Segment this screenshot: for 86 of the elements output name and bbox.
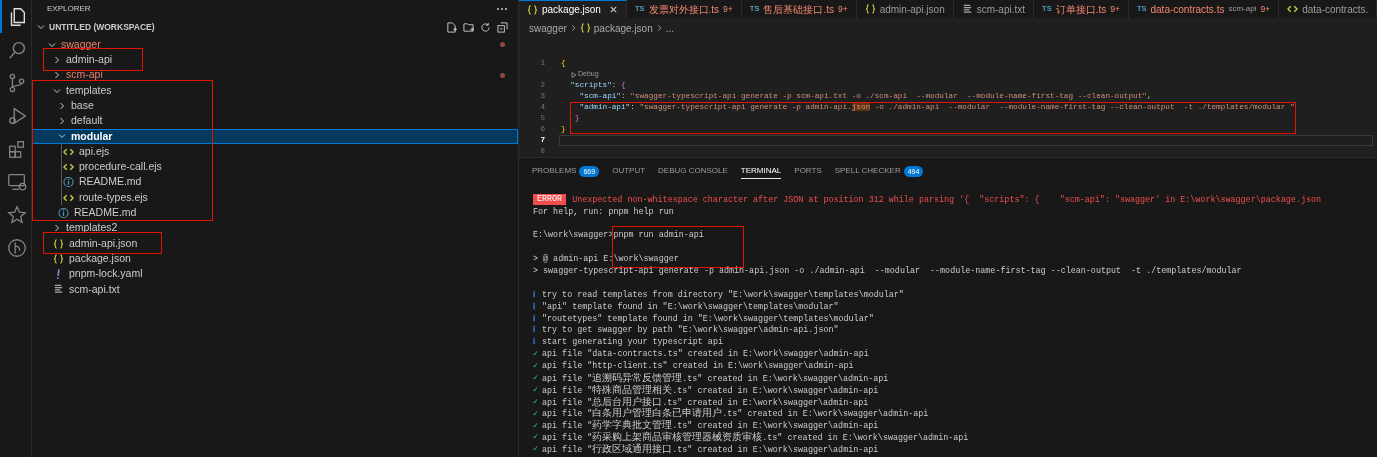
tree-item[interactable]: package.json [32,251,518,267]
lines-icon [961,3,973,15]
info-symbol: ℹ [533,336,536,349]
terminal-line: Unexpected non-whitespace character after JSON at position 312 while parsing '{ "scripts": { "scm-api": "swagger' in E:\work\swagger\package.json [572,193,1321,207]
tree-item[interactable]: README.md [32,205,518,221]
tree-item[interactable]: swagger [32,37,518,53]
problem-count: 9+ [1260,2,1271,16]
editor-tab[interactable]: package.json [519,0,627,18]
code-icon [63,161,74,173]
terminal-line: "routetypes" template found in "E:\work\swagger\templates\modular" [542,312,874,325]
json-icon [53,237,64,250]
info-icon [63,176,74,189]
info-symbol: ℹ [533,324,536,338]
lines-icon [53,283,64,296]
tree-item[interactable]: procedure-call.ejs [32,159,518,175]
json-icon [864,3,876,15]
chevron-icon [569,24,577,32]
tree-item[interactable]: pnpm-lock.yaml [32,266,518,282]
tree-item[interactable]: route-types.ejs [32,189,518,206]
new-file-icon[interactable] [446,21,457,33]
check-symbol: ✓ [533,395,540,409]
collapse-all-icon[interactable] [497,21,508,33]
tab-description: scm-api [1228,3,1257,15]
check-symbol: ✓ [533,348,540,361]
chevron-icon [655,24,663,32]
tree-item[interactable]: api.ejs [32,144,518,160]
problem-count: 9+ [1110,2,1120,16]
info-symbol: ℹ [533,300,536,314]
workspace-header[interactable]: UNTITLED (WORKSPACE) [37,20,155,34]
new-folder-icon[interactable] [463,21,474,33]
panel-tab[interactable]: OUTPUT [612,163,646,179]
tree-item[interactable]: templates2 [32,220,518,236]
chevron-icon [37,23,45,31]
terminal-line: try to read templates from directory "E:\work\swagger\templates\modular" [542,288,904,302]
terminal-line: api file "行政区域通用接口.ts" created in E:\work\swagger\admin-api [542,442,879,457]
error-badge: ERROR [533,194,567,206]
terminal-line: api file "白条用户管理白条已申请用户.ts" created in E:\work\swagger\admin-api [542,407,929,420]
terminal-line: start generating your typescript api [542,336,723,349]
panel-tab[interactable]: TERMINAL [740,163,782,179]
star-icon[interactable] [5,203,28,226]
tree-item[interactable]: modular [32,128,518,145]
check-symbol: ✓ [533,383,540,397]
tree-item[interactable]: admin-api.json [32,235,518,252]
check-symbol: ✓ [533,443,540,456]
panel-title: EXPLORER [47,2,91,15]
info-symbol: ℹ [533,288,536,302]
json-icon [527,3,538,16]
terminal-line: For help, run: pnpm help run [533,205,674,219]
terminal-line: api file "http-client.ts" created in E:\work\swagger\admin-api [542,360,854,372]
terminal-line: api file "药采购上架商品审核管理器械资质审核.ts" created in E:\work\swagger\admin-api [542,430,969,444]
terminal-line: > swagger-typescript-api generate -p admin-api.json -o ./admin-api --modular --module-name-first-tag --clean-output -t ./templates/modular [533,265,1242,278]
tree-item[interactable]: admin-api [32,52,518,68]
info-symbol: ℹ [533,312,536,326]
problem-count: 9+ [723,2,733,16]
terminal-line: api file "药学字典批文管理.ts" created in E:\work\swagger\admin-api [542,418,879,432]
terminal-line: api file "追溯码异常反馈管理.ts" created in E:\work\swagger\admin-api [542,371,889,384]
tree-item[interactable]: default [32,113,518,129]
tree-item[interactable]: scm-api.txt [32,281,518,298]
terminal-line: try to get swagger by path "E:\work\swagger\admin-api.json" [542,324,839,337]
panel-tab[interactable]: DEBUG CONSOLE [658,163,728,179]
play-icon [571,71,577,78]
terminal-line: api file "data-contracts.ts" created in E:\work\swagger\admin-api [542,348,869,361]
more-icon[interactable] [496,5,508,12]
terminal-line: api file "特殊商品管理相关.ts" created in E:\work\swagger\admin-api [542,383,879,396]
json-icon [579,22,591,34]
check-symbol: ✓ [533,372,540,385]
panel-tab[interactable]: PORTS [794,163,822,179]
check-symbol: ✓ [533,431,540,445]
tree-item[interactable]: base [32,98,518,114]
close-icon[interactable] [608,5,618,14]
tree-item[interactable]: templates [32,82,518,99]
terminal-line: api file "总后台用户接口.ts" created in E:\work\swagger\admin-api [542,395,869,408]
json-icon [53,252,64,265]
info-icon [58,206,69,219]
problem-count: 9+ [837,2,848,16]
terminal-line: "api" template found in "E:\work\swagger\templates\modular" [542,300,839,314]
breadcrumb-item[interactable]: ... [665,20,675,36]
code-icon [1287,3,1299,15]
breadcrumb-item[interactable]: package.json [579,20,653,36]
refresh-icon[interactable] [480,21,491,33]
tree-item[interactable]: README.md [32,174,518,190]
check-symbol: ✓ [533,360,540,373]
breadcrumb-item[interactable]: swagger [529,20,567,36]
tree-item[interactable]: scm-api [32,67,518,83]
check-symbol: ✓ [533,407,540,421]
check-symbol: ✓ [533,419,540,433]
